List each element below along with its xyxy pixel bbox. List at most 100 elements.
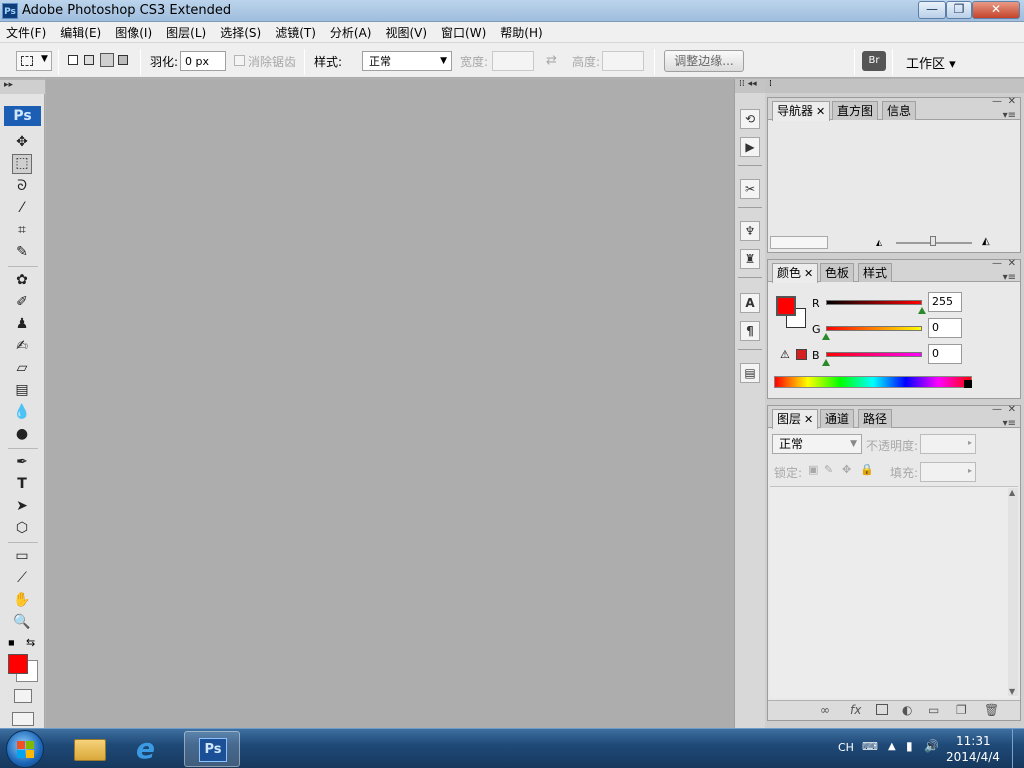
menu-window[interactable]: 窗口(W) [441, 24, 486, 41]
refine-edge-button[interactable]: 调整边缘... [664, 50, 744, 72]
title-bar[interactable]: Ps Adobe Photoshop CS3 Extended — ❐ ✕ [0, 0, 1024, 22]
menu-filter[interactable]: 滤镜(T) [275, 24, 316, 41]
r-value-input[interactable]: 255 [928, 292, 962, 312]
scroll-down-icon[interactable]: ▼ [1009, 687, 1015, 696]
b-slider[interactable] [826, 352, 922, 357]
tab-navigator[interactable]: 导航器 ✕ [772, 101, 831, 121]
close-panel-icon[interactable]: ✕ [1008, 258, 1016, 269]
intersect-selection-icon[interactable] [118, 55, 128, 65]
path-selection-tool-icon[interactable]: ➤ [12, 496, 32, 516]
width-input[interactable] [492, 51, 534, 71]
menu-select[interactable]: 选择(S) [220, 24, 261, 41]
layer-comps-panel-icon[interactable]: ▤ [740, 363, 760, 383]
zoom-tool-icon[interactable]: 🔍 [12, 612, 32, 632]
minimize-button[interactable]: — [918, 1, 946, 19]
start-button[interactable] [6, 730, 44, 768]
photoshop-app-icon[interactable]: Ps [2, 3, 18, 19]
menu-image[interactable]: 图像(I) [115, 24, 152, 41]
panel-column-grip-icon[interactable]: ⁞ [765, 79, 1024, 93]
lasso-tool-icon[interactable]: ᘐ [12, 176, 32, 196]
add-selection-icon[interactable] [84, 55, 94, 65]
blend-mode-select[interactable]: 正常 ▼ [772, 434, 862, 454]
bridge-icon[interactable]: Br [862, 51, 886, 71]
close-button[interactable]: ✕ [972, 1, 1020, 19]
minimize-panel-icon[interactable]: — [992, 96, 1002, 107]
eraser-tool-icon[interactable]: ▱ [12, 358, 32, 378]
pen-tool-icon[interactable]: ✒ [12, 452, 32, 472]
g-value-input[interactable]: 0 [928, 318, 962, 338]
black-swatch[interactable] [964, 380, 972, 388]
panel-menu-icon[interactable]: ▾≡ [1003, 110, 1016, 121]
menu-file[interactable]: 文件(F) [6, 24, 46, 41]
lock-position-icon[interactable]: ✥ [842, 463, 851, 476]
fill-input[interactable]: ▸ [920, 462, 976, 482]
tool-preset-picker[interactable]: ▼ [16, 51, 52, 71]
type-tool-icon[interactable]: T [12, 474, 32, 494]
layers-list[interactable] [770, 486, 1018, 698]
menu-layer[interactable]: 图层(L) [166, 24, 206, 41]
show-desktop-button[interactable] [1012, 729, 1024, 768]
lock-pixels-icon[interactable]: ✎ [824, 463, 833, 476]
swap-colors-icon[interactable]: ⇆ [26, 636, 35, 649]
g-slider-thumb[interactable] [822, 333, 830, 340]
lock-all-icon[interactable]: 🔒 [860, 463, 874, 476]
character-panel-icon[interactable]: A [740, 293, 760, 313]
panel-menu-icon[interactable]: ▾≡ [1003, 418, 1016, 429]
brushes-panel-icon[interactable]: ♆ [740, 221, 760, 241]
quick-mask-icon[interactable] [14, 689, 32, 703]
swap-icon[interactable]: ⇄ [546, 53, 557, 68]
magic-wand-tool-icon[interactable]: ⁄ [12, 198, 32, 218]
history-panel-icon[interactable]: ⟲ [740, 109, 760, 129]
gradient-tool-icon[interactable]: ▤ [12, 380, 32, 400]
taskbar-explorer[interactable] [62, 731, 118, 767]
actions-panel-icon[interactable]: ▶ [740, 137, 760, 157]
close-icon[interactable]: ✕ [804, 413, 813, 426]
blur-tool-icon[interactable]: 💧 [12, 402, 32, 422]
height-input[interactable] [602, 51, 644, 71]
taskbar-ie[interactable]: e [124, 731, 180, 767]
g-slider[interactable] [826, 326, 922, 331]
tool-presets-panel-icon[interactable]: ✂ [740, 179, 760, 199]
gamut-color-swatch[interactable] [796, 349, 807, 360]
maximize-button[interactable]: ❐ [946, 1, 972, 19]
fx-icon[interactable]: fx [850, 703, 861, 717]
slice-tool-icon[interactable]: ✎ [12, 242, 32, 262]
close-icon[interactable]: ✕ [804, 267, 813, 280]
tab-info[interactable]: 信息 [882, 101, 917, 120]
language-indicator[interactable]: CH [838, 741, 854, 754]
notes-tool-icon[interactable]: ▭ [12, 546, 32, 566]
dodge-tool-icon[interactable]: ● [12, 424, 32, 444]
tab-layers[interactable]: 图层 ✕ [772, 409, 819, 429]
clone-source-panel-icon[interactable]: ♜ [740, 249, 760, 269]
subtract-selection-icon[interactable] [100, 53, 114, 67]
hand-tool-icon[interactable]: ✋ [12, 590, 32, 610]
feather-input[interactable]: 0 px [180, 51, 226, 71]
tab-histogram[interactable]: 直方图 [832, 101, 879, 120]
layer-mask-icon[interactable] [876, 704, 888, 715]
taskbar-photoshop[interactable]: Ps [184, 731, 240, 767]
menu-view[interactable]: 视图(V) [385, 24, 427, 41]
r-slider[interactable] [826, 300, 922, 305]
healing-brush-tool-icon[interactable]: ✿ [12, 270, 32, 290]
opacity-input[interactable]: ▸ [920, 434, 976, 454]
clock-time[interactable]: 11:31 [956, 734, 991, 748]
foreground-color-swatch[interactable] [776, 296, 796, 316]
crop-tool-icon[interactable]: ⌗ [12, 220, 32, 240]
b-value-input[interactable]: 0 [928, 344, 962, 364]
tab-channels[interactable]: 通道 [820, 409, 855, 428]
zoom-out-icon[interactable]: ◭ [876, 238, 882, 247]
move-tool-icon[interactable]: ✥ [12, 132, 32, 152]
document-canvas-area[interactable] [46, 79, 734, 728]
tab-styles[interactable]: 样式 [858, 263, 893, 282]
r-slider-thumb[interactable] [918, 307, 926, 314]
zoom-in-icon[interactable]: ◭ [982, 236, 990, 247]
ps-logo-icon[interactable]: Ps [4, 106, 41, 126]
eyedropper-tool-icon[interactable]: ⟋ [12, 568, 32, 588]
menu-help[interactable]: 帮助(H) [500, 24, 542, 41]
workspace-menu[interactable]: 工作区 ▾ [906, 53, 956, 72]
foreground-color-swatch[interactable] [8, 654, 28, 674]
menu-edit[interactable]: 编辑(E) [60, 24, 101, 41]
brush-tool-icon[interactable]: ✐ [12, 292, 32, 312]
marquee-tool-icon[interactable]: ⬚ [12, 154, 32, 174]
tab-color[interactable]: 颜色 ✕ [772, 263, 819, 283]
